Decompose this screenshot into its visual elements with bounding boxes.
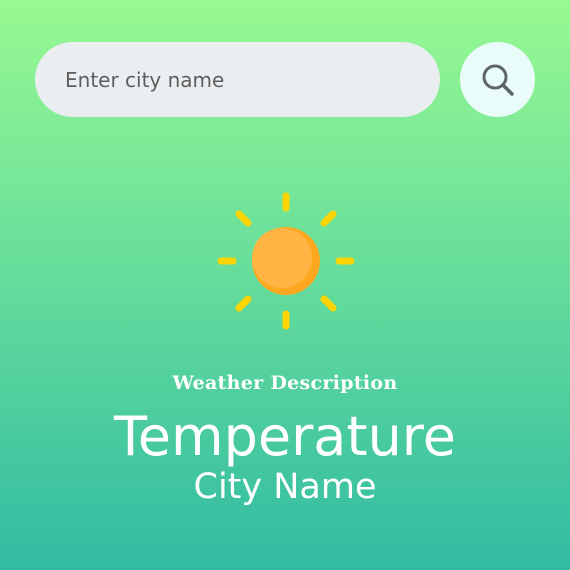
- search-icon: [482, 64, 514, 96]
- search-button[interactable]: [460, 42, 535, 117]
- city-search-input[interactable]: [35, 42, 440, 117]
- weather-description: Weather Description: [172, 372, 398, 394]
- city-name: City Name: [193, 467, 377, 507]
- temperature-value: Temperature: [113, 405, 457, 468]
- sun-icon: [217, 192, 355, 330]
- search-bar: [35, 42, 535, 117]
